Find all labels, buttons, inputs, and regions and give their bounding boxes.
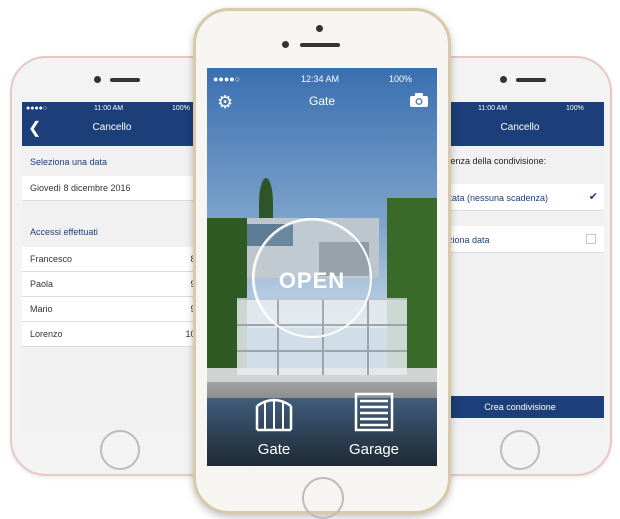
status-time: 12:34 AM bbox=[301, 74, 340, 84]
garage-tile-label: Garage bbox=[348, 441, 400, 458]
earpiece-speaker bbox=[516, 78, 546, 82]
garage-tile-button[interactable]: Garage bbox=[329, 388, 419, 458]
unlimited-option-row[interactable]: limitata (nessuna scadenza) ✔ bbox=[436, 184, 604, 211]
gate-post bbox=[367, 300, 369, 375]
select-date-header: Seleziona una data bbox=[22, 146, 202, 176]
front-camera bbox=[282, 41, 289, 48]
nav-title: Cancello bbox=[500, 122, 540, 133]
list-item[interactable]: Lorenzo 10: bbox=[22, 322, 202, 347]
gate-tile-button[interactable]: Gate bbox=[229, 388, 319, 458]
status-time: 11:00 AM bbox=[478, 105, 508, 112]
earpiece-speaker bbox=[110, 78, 140, 82]
left-status-bar: ●●●●○ 11:00 AM 100% bbox=[22, 102, 202, 116]
signal-indicator: ●●●●○ bbox=[26, 105, 48, 112]
select-date-option-row[interactable]: eleziona data bbox=[436, 226, 604, 253]
center-status-bar: ●●●●○ 12:34 AM 100% bbox=[207, 74, 437, 86]
home-button[interactable] bbox=[302, 477, 344, 519]
left-navbar: ●●●●○ 11:00 AM 100% ❮ Cancello bbox=[22, 102, 202, 146]
accesses-header: Accessi effettuati bbox=[22, 201, 202, 247]
checkmark-icon: ✔ bbox=[588, 191, 598, 203]
gate-icon bbox=[255, 398, 293, 432]
front-camera bbox=[500, 76, 507, 83]
right-navbar: 11:00 AM 100% Cancello bbox=[436, 102, 604, 146]
access-name: Lorenzo bbox=[30, 329, 63, 339]
gate-tile-label: Gate bbox=[257, 441, 291, 458]
garage-icon bbox=[354, 392, 394, 432]
battery-percent: 100% bbox=[389, 74, 413, 84]
earpiece-speaker bbox=[300, 43, 340, 47]
status-time: 11:00 AM bbox=[94, 105, 124, 112]
date-picker-row[interactable]: Giovedì 8 dicembre 2016 bbox=[22, 176, 202, 201]
left-screen: ●●●●○ 11:00 AM 100% ❮ Cancello Seleziona… bbox=[22, 102, 202, 432]
selected-date: Giovedì 8 dicembre 2016 bbox=[30, 183, 131, 193]
gate-rail bbox=[237, 350, 407, 352]
list-item[interactable]: Francesco 8: bbox=[22, 247, 202, 272]
checkbox-empty-icon[interactable] bbox=[586, 234, 596, 244]
list-item[interactable]: Paola 9: bbox=[22, 272, 202, 297]
right-screen: 11:00 AM 100% Cancello cadenza della con… bbox=[436, 102, 604, 432]
open-label: OPEN bbox=[278, 268, 346, 293]
top-sensor bbox=[316, 25, 323, 32]
unlimited-option-label: limitata (nessuna scadenza) bbox=[436, 193, 549, 203]
access-name: Mario bbox=[30, 304, 53, 314]
battery-percent: 100% bbox=[566, 105, 584, 112]
access-name: Paola bbox=[30, 279, 54, 289]
page-title: Gate bbox=[308, 94, 335, 108]
home-button[interactable] bbox=[500, 430, 540, 470]
right-status-bar: 11:00 AM 100% bbox=[436, 102, 604, 116]
home-button[interactable] bbox=[100, 430, 140, 470]
open-button[interactable]: OPEN bbox=[252, 218, 372, 338]
create-share-button[interactable]: Crea condivisione bbox=[436, 396, 604, 418]
access-name: Francesco bbox=[30, 254, 73, 264]
battery-percent: 100% bbox=[172, 105, 190, 112]
select-date-label: Seleziona una data bbox=[30, 157, 108, 167]
accesses-header-label: Accessi effettuati bbox=[30, 227, 98, 237]
camera-icon[interactable] bbox=[409, 92, 429, 108]
expiry-label: cadenza della condivisione: bbox=[436, 156, 547, 166]
center-screen: ●●●●○ 12:34 AM 100% ⚙ Gate OPEN Gate Gar… bbox=[207, 68, 437, 466]
center-phone: ●●●●○ 12:34 AM 100% ⚙ Gate OPEN Gate Gar… bbox=[193, 8, 451, 519]
list-item[interactable]: Mario 9: bbox=[22, 297, 202, 322]
nav-title: Cancello bbox=[92, 122, 132, 133]
empty-area bbox=[22, 347, 202, 432]
front-camera bbox=[94, 76, 101, 83]
signal-indicator: ●●●●○ bbox=[213, 74, 241, 84]
